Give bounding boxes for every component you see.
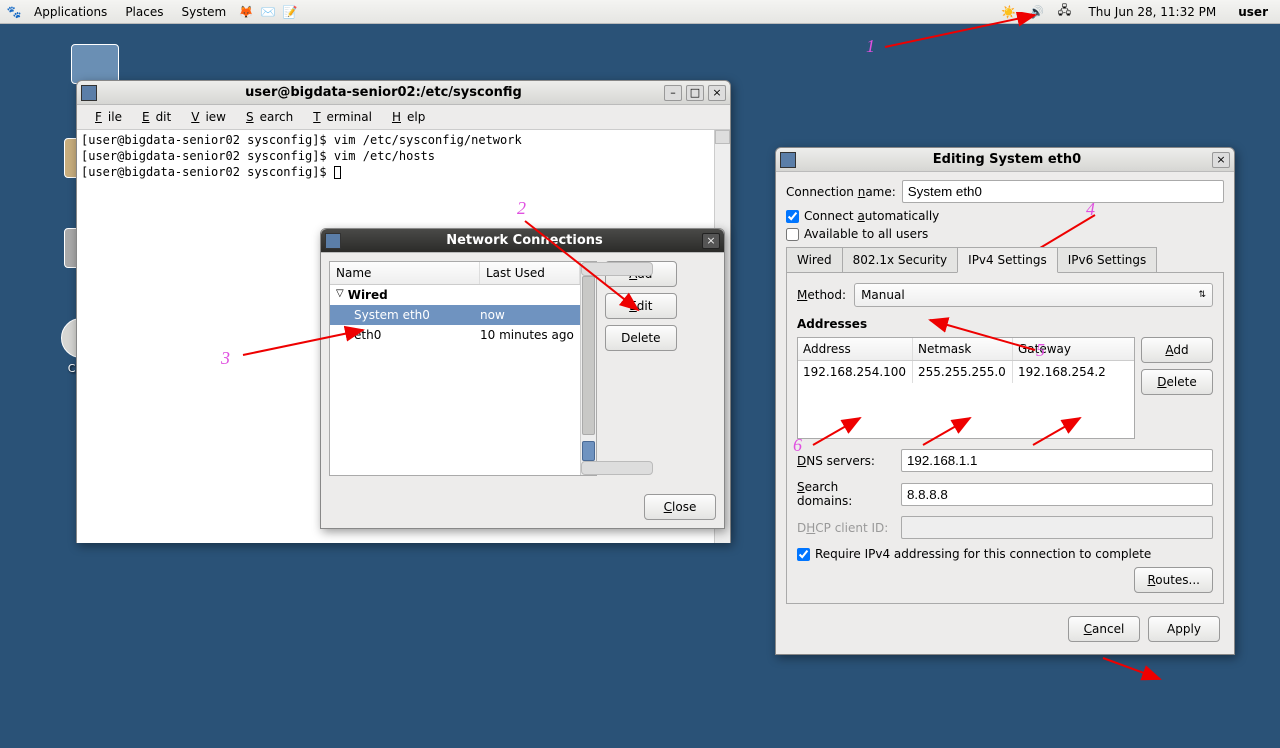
network-icon[interactable]: 🖧	[1054, 3, 1074, 21]
close-button[interactable]: ×	[702, 233, 720, 249]
applications-menu[interactable]: Applications	[26, 2, 115, 22]
terminal-icon	[81, 85, 97, 101]
cancel-button[interactable]: Cancel	[1068, 616, 1140, 642]
note-icon[interactable]: 📝	[280, 3, 300, 21]
search-domains-label: Search domains:	[797, 480, 895, 508]
search-domains-input[interactable]	[901, 483, 1213, 506]
connection-name-input[interactable]	[902, 180, 1224, 203]
connection-name-label: Connection name:	[786, 185, 896, 199]
dhcp-client-id-input	[901, 516, 1213, 539]
nc-title: Network Connections	[347, 233, 702, 248]
ipv4-panel: Method: Manual ⇅ Addresses Address Netma…	[786, 272, 1224, 604]
menu-search[interactable]: Search	[234, 108, 299, 126]
col-netmask[interactable]: Netmask	[913, 338, 1013, 360]
annotation-3: 3	[221, 348, 230, 369]
ed-title: Editing System eth0	[802, 152, 1212, 167]
arrow-apply	[1100, 655, 1170, 685]
col-gateway[interactable]: Gateway	[1013, 338, 1134, 360]
clock[interactable]: Thu Jun 28, 11:32 PM	[1082, 5, 1222, 19]
group-wired[interactable]: Wired	[330, 285, 580, 305]
delete-button[interactable]: Delete	[605, 325, 677, 351]
network-connections-window: Network Connections × Name Last Used Wir…	[320, 228, 725, 529]
list-row-system-eth0[interactable]: System eth0 now	[330, 305, 580, 325]
address-delete-button[interactable]: Delete	[1141, 369, 1213, 395]
menu-view[interactable]: View	[179, 108, 232, 126]
address-row[interactable]: 192.168.254.100 255.255.255.0 192.168.25…	[798, 361, 1134, 383]
menu-terminal[interactable]: Terminal	[301, 108, 378, 126]
maximize-button[interactable]: □	[686, 85, 704, 101]
gnome-menu-icon[interactable]: 🐾	[4, 3, 24, 21]
ed-titlebar[interactable]: Editing System eth0 ×	[776, 148, 1234, 172]
terminal-line: [user@bigdata-senior02 sysconfig]$ vim /…	[81, 132, 726, 148]
annotation-4: 4	[1086, 199, 1095, 220]
tab-8021x[interactable]: 802.1x Security	[842, 247, 959, 272]
firefox-icon[interactable]: 🦊	[236, 3, 256, 21]
connection-list: Name Last Used Wired System eth0 now eth…	[329, 261, 597, 476]
update-icon[interactable]: ☀️	[998, 3, 1018, 21]
dhcp-client-id-label: DHCP client ID:	[797, 521, 895, 535]
menu-file[interactable]: File	[83, 108, 128, 126]
user-menu[interactable]: user	[1230, 5, 1276, 19]
close-button[interactable]: Close	[644, 494, 716, 520]
annotation-1: 1	[866, 36, 875, 57]
menu-edit[interactable]: Edit	[130, 108, 177, 126]
col-lastused[interactable]: Last Used	[480, 262, 580, 284]
terminal-title: user@bigdata-senior02:/etc/sysconfig	[103, 85, 664, 100]
terminal-menubar: File Edit View Search Terminal Help	[77, 105, 730, 130]
places-menu[interactable]: Places	[117, 2, 171, 22]
connect-auto-checkbox[interactable]: Connect automatically	[786, 209, 1224, 223]
minimize-button[interactable]: –	[664, 85, 682, 101]
annotation-5: 5	[1036, 340, 1045, 361]
available-all-checkbox[interactable]: Available to all users	[786, 227, 1224, 241]
col-name[interactable]: Name	[330, 262, 480, 284]
dns-label: DNS servers:	[797, 454, 895, 468]
method-combo[interactable]: Manual ⇅	[854, 283, 1213, 307]
tab-wired[interactable]: Wired	[786, 247, 843, 272]
system-menu[interactable]: System	[173, 2, 234, 22]
method-label: Method:	[797, 288, 846, 302]
dns-input[interactable]	[901, 449, 1213, 472]
chevron-updown-icon: ⇅	[1198, 290, 1206, 300]
annotation-6: 6	[793, 435, 802, 456]
tabs: Wired 802.1x Security IPv4 Settings IPv6…	[786, 247, 1224, 272]
terminal-line: [user@bigdata-senior02 sysconfig]$	[81, 164, 726, 180]
address-add-button[interactable]: Add	[1141, 337, 1213, 363]
require-ipv4-checkbox[interactable]: Require IPv4 addressing for this connect…	[797, 547, 1213, 561]
addresses-heading: Addresses	[797, 317, 1213, 331]
list-scrollbar[interactable]	[580, 262, 596, 475]
cursor	[334, 166, 341, 179]
col-address[interactable]: Address	[798, 338, 913, 360]
apply-button[interactable]: Apply	[1148, 616, 1220, 642]
volume-icon[interactable]: 🔊	[1026, 3, 1046, 21]
list-row-eth0[interactable]: eth0 10 minutes ago	[330, 325, 580, 345]
close-button[interactable]: ×	[1212, 152, 1230, 168]
edit-connection-dialog: Editing System eth0 × Connection name: C…	[775, 147, 1235, 655]
menu-help[interactable]: Help	[380, 108, 431, 126]
nc-titlebar[interactable]: Network Connections ×	[321, 229, 724, 253]
monitor-icon	[71, 44, 119, 84]
address-table[interactable]: Address Netmask Gateway 192.168.254.100 …	[797, 337, 1135, 439]
tab-ipv6[interactable]: IPv6 Settings	[1057, 247, 1158, 272]
terminal-titlebar[interactable]: user@bigdata-senior02:/etc/sysconfig – □…	[77, 81, 730, 105]
edit-button[interactable]: Edit	[605, 293, 677, 319]
tab-ipv4[interactable]: IPv4 Settings	[957, 247, 1058, 273]
top-panel: 🐾 Applications Places System 🦊 ✉️ 📝 ☀️ 🔊…	[0, 0, 1280, 24]
annotation-2: 2	[517, 198, 526, 219]
mail-icon[interactable]: ✉️	[258, 3, 278, 21]
network-icon	[780, 152, 796, 168]
terminal-line: [user@bigdata-senior02 sysconfig]$ vim /…	[81, 148, 726, 164]
close-button[interactable]: ×	[708, 85, 726, 101]
routes-button[interactable]: Routes...	[1134, 567, 1213, 593]
network-icon	[325, 233, 341, 249]
list-header: Name Last Used	[330, 262, 580, 285]
